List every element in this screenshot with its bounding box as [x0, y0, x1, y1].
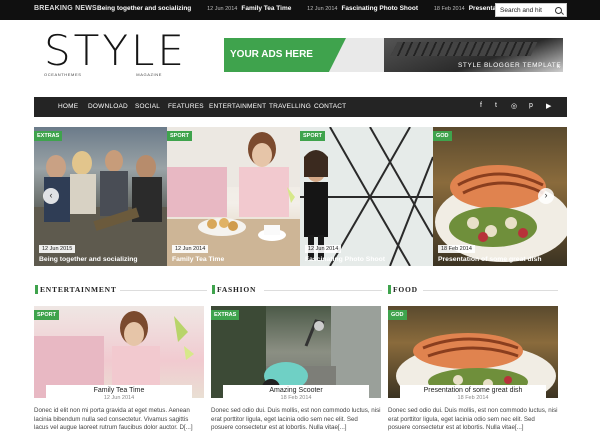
logo-sub-right: MAGAZINE — [136, 72, 162, 77]
post-card[interactable]: GOD Presentation of some great dish 18 F… — [388, 306, 558, 437]
post-title-box: Family Tea Time 12 Jun 2014 — [46, 385, 192, 405]
breaking-news-bar: BREAKING NEWS Being together and sociali… — [0, 0, 600, 20]
facebook-icon[interactable]: f — [480, 102, 482, 109]
nav-item-travelling[interactable]: TRAVELLING — [269, 103, 311, 110]
slide-title[interactable]: Being together and socializing — [39, 256, 138, 263]
pinterest-icon[interactable]: p — [529, 102, 533, 109]
category-badge[interactable]: EXTRAS — [34, 131, 63, 141]
ad-green-panel: YOUR ADS HERE — [224, 38, 346, 72]
slider-item[interactable]: SPORT 12 Jun 2014 Family Tea Time — [167, 127, 300, 266]
search-placeholder: Search and hit — [500, 7, 542, 14]
post-excerpt: Donec sed odio dui. Duis mollis, est non… — [211, 407, 381, 431]
nav-item-entertainment[interactable]: ENTERTAINMENT — [209, 103, 266, 110]
section-heading-food[interactable]: FOOD — [388, 285, 418, 294]
nav-item-home[interactable]: HOME — [58, 103, 78, 110]
slide-title[interactable]: Presentation of some great dish — [438, 256, 542, 263]
ad-banner[interactable]: YOUR ADS HERE STYLE BLOGGER TEMPLATE x — [224, 38, 563, 72]
post-excerpt: Donec sed odio dui. Duis mollis, est non… — [388, 407, 558, 431]
ad-close-icon[interactable]: x — [557, 64, 560, 70]
slider-prev-button[interactable]: ‹ — [43, 188, 59, 204]
main-nav: HOME DOWNLOAD SOCIAL FEATURES ENTERTAINM… — [34, 97, 567, 117]
post-card[interactable]: SPORT Family Tea Time 12 Jun 2014 Donec … — [34, 306, 204, 437]
post-title[interactable]: Family Tea Time — [46, 387, 192, 394]
category-badge[interactable]: SPORT — [167, 131, 192, 141]
search-icon[interactable] — [555, 7, 562, 14]
slide-date: 18 Feb 2014 — [438, 245, 475, 253]
twitter-icon[interactable]: t — [495, 102, 497, 109]
section-heading-fashion[interactable]: FASHION — [211, 285, 256, 294]
post-title[interactable]: Presentation of some great dish — [400, 387, 546, 394]
category-badge[interactable]: GOD — [433, 131, 452, 141]
site-logo[interactable]: STYLE OCEANTHEMES MAGAZINE — [44, 26, 187, 78]
slide-title[interactable]: Fascinating Photo Shoot — [305, 256, 385, 263]
post-excerpt: Donec id elit non mi porta gravida at eg… — [34, 407, 193, 431]
post-date: 12 Jun 2014 — [103, 395, 135, 401]
youtube-icon[interactable]: ▶ — [546, 102, 551, 110]
post-date: 18 Feb 2014 — [280, 395, 312, 401]
ticker-item[interactable]: 12 Jun 2014 Family Tea Time — [207, 5, 291, 12]
nav-item-social[interactable]: SOCIAL — [135, 103, 160, 110]
section-heading-entertainment[interactable]: ENTERTAINMENT — [35, 285, 117, 294]
breaking-news-label: BREAKING NEWS — [34, 5, 97, 12]
section-divider — [264, 290, 382, 291]
news-ticker: Being together and socializing 12 Jun 20… — [93, 5, 564, 12]
post-title-box: Amazing Scooter 18 Feb 2014 — [223, 385, 369, 405]
logo-sub-left: OCEANTHEMES — [44, 72, 82, 77]
nav-item-contact[interactable]: CONTACT — [314, 103, 346, 110]
category-badge[interactable]: SPORT — [300, 131, 325, 141]
post-title-box: Presentation of some great dish 18 Feb 2… — [400, 385, 546, 405]
instagram-icon[interactable]: ◎ — [511, 102, 517, 110]
logo-wordmark: STYLE — [44, 26, 187, 75]
category-badge[interactable]: SPORT — [34, 310, 59, 320]
post-title[interactable]: Amazing Scooter — [223, 387, 369, 394]
ticker-item[interactable]: 12 Jun 2014 Fascinating Photo Shoot — [307, 5, 418, 12]
category-badge[interactable]: GOD — [388, 310, 407, 320]
slide-title[interactable]: Family Tea Time — [172, 256, 224, 263]
slider-next-button[interactable]: › — [538, 188, 554, 204]
search-input[interactable]: Search and hit — [495, 3, 567, 17]
category-badge[interactable]: EXTRAS — [211, 310, 240, 320]
section-divider — [120, 290, 207, 291]
ticker-item[interactable]: Being together and socializing — [93, 5, 191, 12]
post-card[interactable]: EXTRAS Amazing Scooter 18 Feb 2014 Donec… — [211, 306, 381, 437]
slide-date: 12 Jun 2015 — [39, 245, 76, 253]
nav-item-features[interactable]: FEATURES — [168, 103, 204, 110]
ad-tagline: STYLE BLOGGER TEMPLATE — [458, 62, 562, 69]
section-divider — [423, 290, 558, 291]
slider-item[interactable]: SPORT 12 Jun 2014 Fascinating Photo Shoo… — [300, 127, 433, 266]
post-date: 18 Feb 2014 — [457, 395, 489, 401]
nav-item-download[interactable]: DOWNLOAD — [88, 103, 128, 110]
slide-date: 12 Jun 2014 — [305, 245, 342, 253]
ad-headline: YOUR ADS HERE — [230, 49, 313, 60]
slide-date: 12 Jun 2014 — [172, 245, 209, 253]
